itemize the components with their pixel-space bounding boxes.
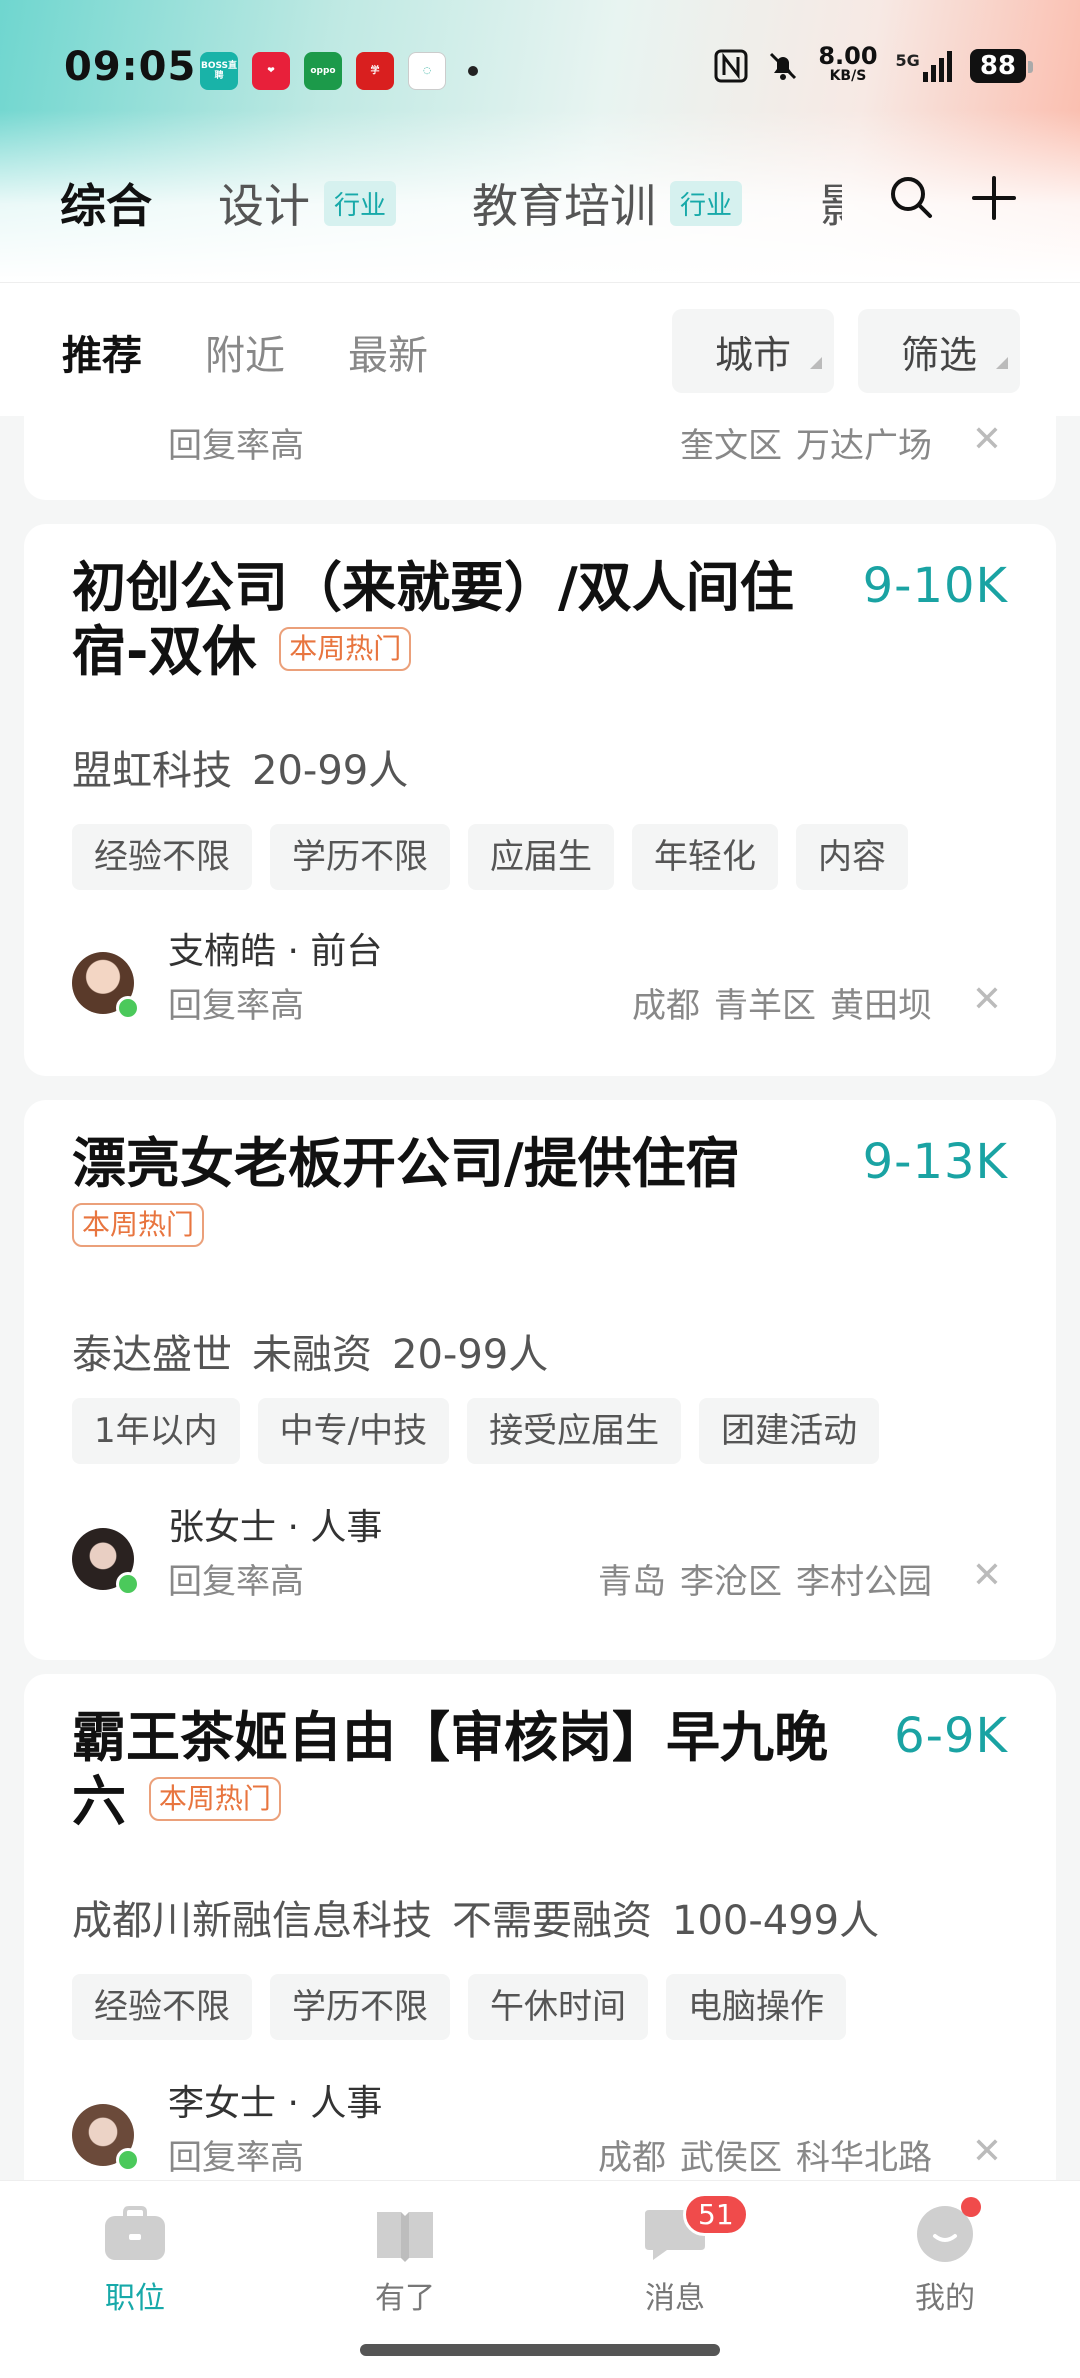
notification-icons: BOSS直聘 ❤ oppo 学 ◌ [200, 52, 478, 90]
job-tags: 经验不限 学历不限 午休时间 电脑操作 [72, 1974, 846, 2040]
nav-youle[interactable]: 有了 [325, 2201, 485, 2317]
net-speed: 8.00 KB/S [818, 42, 878, 84]
status-right: 8.00 KB/S 5G 88 [714, 42, 1034, 86]
job-tag: 团建活动 [699, 1398, 880, 1464]
job-tag: 内容 [796, 824, 908, 890]
recruiter-row: 张女士 · 人事 回复率高 青岛 李沧区 李村公园 ✕ [72, 1498, 1012, 1618]
industry-badge: 行业 [324, 180, 397, 226]
dismiss-icon[interactable]: ✕ [972, 422, 1002, 458]
reply-rate: 回复率高 [168, 426, 304, 466]
dismiss-icon[interactable]: ✕ [972, 2134, 1002, 2170]
job-tag: 学历不限 [270, 824, 450, 890]
company-info: 成都川新融信息科技 不需要融资 100-499人 [72, 1898, 880, 1944]
subtab-nearby[interactable]: 附近 [205, 323, 285, 381]
job-location: 成都 青羊区 黄田坝 [632, 986, 932, 1026]
job-location: 奎文区 万达广场 [680, 426, 932, 466]
job-tag: 接受应届生 [467, 1398, 682, 1464]
recruiter-name: 李女士 · 人事 [168, 2083, 383, 2124]
job-location: 青岛 李沧区 李村公园 [598, 1562, 932, 1602]
boss-app-icon: BOSS直聘 [200, 52, 238, 90]
tab-education[interactable]: 教育培训 行业 [472, 170, 743, 236]
job-card[interactable]: 霸王茶姬自由【审核岗】早九晚六 本周热门 6-9K 成都川新融信息科技 不需要融资… [24, 1674, 1056, 2180]
tab-truncated[interactable]: 影 [820, 170, 842, 236]
job-title[interactable]: 漂亮女老板开公司/提供住宿 本周热门 [72, 1132, 842, 1260]
tab-design[interactable]: 设计 行业 [218, 170, 397, 236]
briefcase-icon [105, 2206, 165, 2260]
dropdown-corner-icon [996, 357, 1008, 369]
recruiter-row: 回复率高 奎文区 万达广场 ✕ [72, 416, 1012, 482]
signal-icon: 5G [896, 50, 952, 82]
nav-messages[interactable]: 51 消息 [595, 2193, 755, 2317]
nfc-icon [714, 49, 748, 83]
message-count-badge: 51 [683, 2193, 749, 2236]
recruiter-name: 张女士 · 人事 [168, 1507, 383, 1548]
unread-dot [961, 2197, 981, 2217]
job-tag: 1年以内 [72, 1398, 240, 1464]
city-filter-button[interactable]: 城市 [672, 309, 834, 393]
job-tag: 应届生 [468, 824, 614, 890]
salary: 9-13K [862, 1134, 1008, 1190]
avatar[interactable] [72, 2104, 140, 2172]
job-tags: 1年以内 中专/中技 接受应届生 团建活动 [72, 1398, 880, 1464]
job-card[interactable]: 初创公司（来就要）/双人间住宿-双休 本周热门 9-10K 盟虹科技 20-99人… [24, 524, 1056, 1076]
nav-jobs[interactable]: 职位 [55, 2201, 215, 2317]
recruiter-row: 支楠皓 · 前台 回复率高 成都 青羊区 黄田坝 ✕ [72, 922, 1012, 1042]
status-time: 09:05 [64, 44, 197, 90]
salary: 6-9K [894, 1708, 1008, 1764]
nav-profile[interactable]: 我的 [865, 2197, 1025, 2317]
job-tag: 经验不限 [72, 1974, 252, 2040]
dropdown-corner-icon [810, 357, 822, 369]
job-location: 成都 武侯区 科华北路 [598, 2138, 932, 2178]
job-title[interactable]: 霸王茶姬自由【审核岗】早九晚六 本周热门 [72, 1706, 842, 1834]
tmall-app-icon: ❤ [252, 52, 290, 90]
subtab-recommend[interactable]: 推荐 [62, 323, 142, 381]
filter-bar: 推荐 附近 最新 城市 筛选 [0, 282, 1080, 416]
job-tag: 午休时间 [468, 1974, 648, 2040]
subtab-latest[interactable]: 最新 [348, 323, 428, 381]
dismiss-icon[interactable]: ✕ [972, 982, 1002, 1018]
job-card[interactable]: 漂亮女老板开公司/提供住宿 本周热门 9-13K 泰达盛世 未融资 20-99人 1… [24, 1100, 1056, 1660]
xuexi-app-icon: 学 [356, 52, 394, 90]
job-tag: 经验不限 [72, 824, 252, 890]
recruiter-name: 支楠皓 · 前台 [168, 931, 383, 972]
dismiss-icon[interactable]: ✕ [972, 1558, 1002, 1594]
online-dot-icon [116, 2148, 140, 2172]
more-notifications-icon [468, 66, 478, 76]
company-info: 泰达盛世 未融资 20-99人 [72, 1332, 549, 1378]
job-title[interactable]: 初创公司（来就要）/双人间住宿-双休 本周热门 [72, 556, 842, 684]
hot-badge: 本周热门 [72, 1203, 205, 1248]
job-tag: 电脑操作 [666, 1974, 846, 2040]
status-bar: 09:05 BOSS直聘 ❤ oppo 学 ◌ 8.00 KB/S 5G 88 [0, 0, 1080, 140]
hot-badge: 本周热门 [279, 627, 412, 672]
header: 09:05 BOSS直聘 ❤ oppo 学 ◌ 8.00 KB/S 5G 88 … [0, 0, 1080, 282]
hot-badge: 本周热门 [148, 1777, 281, 1822]
home-indicator[interactable] [360, 2344, 720, 2356]
online-dot-icon [116, 996, 140, 1020]
job-tag: 学历不限 [270, 1974, 450, 2040]
avatar[interactable] [72, 1528, 140, 1596]
recruiter-row: 李女士 · 人事 回复率高 成都 武侯区 科华北路 ✕ [72, 2074, 1012, 2180]
salary: 9-10K [862, 558, 1008, 614]
reply-rate: 回复率高 [168, 1562, 304, 1602]
tab-comprehensive[interactable]: 综合 [60, 170, 152, 236]
online-dot-icon [116, 1572, 140, 1596]
search-icon[interactable] [884, 170, 940, 226]
job-tag: 中专/中技 [257, 1398, 450, 1464]
chat-app-icon: ◌ [408, 52, 446, 90]
reply-rate: 回复率高 [168, 986, 304, 1026]
job-list: 回复率高 奎文区 万达广场 ✕ 初创公司（来就要）/双人间住宿-双休 本周热门 9… [0, 416, 1080, 2180]
add-icon[interactable] [966, 170, 1022, 226]
industry-badge: 行业 [670, 180, 743, 226]
company-info: 盟虹科技 20-99人 [72, 748, 409, 794]
reply-rate: 回复率高 [168, 2138, 304, 2178]
book-icon [377, 2212, 433, 2262]
mute-icon [770, 52, 797, 80]
job-card-partial[interactable]: 回复率高 奎文区 万达广场 ✕ [24, 416, 1056, 500]
oppo-app-icon: oppo [304, 52, 342, 90]
job-tag: 年轻化 [632, 824, 778, 890]
avatar[interactable] [72, 952, 140, 1020]
job-tags: 经验不限 学历不限 应届生 年轻化 内容 [72, 824, 908, 890]
battery-icon: 88 [969, 49, 1034, 83]
screen-filter-button[interactable]: 筛选 [858, 309, 1020, 393]
